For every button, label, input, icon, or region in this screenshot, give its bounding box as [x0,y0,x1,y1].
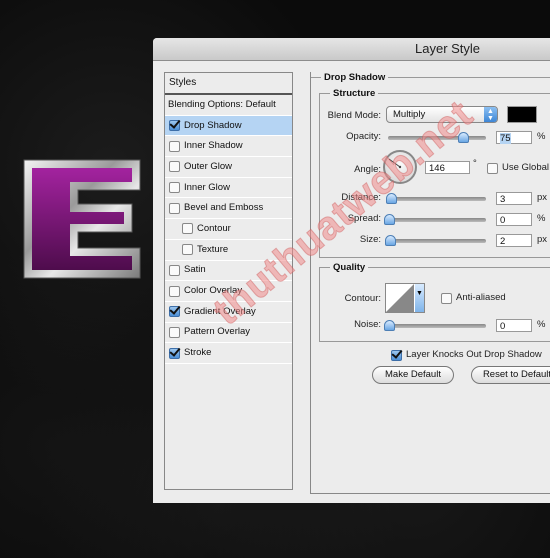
spread-slider-thumb[interactable] [384,214,395,225]
style-checkbox[interactable] [169,120,180,132]
opacity-value: 75 [500,133,511,144]
style-item-label: Bevel and Emboss [184,202,264,214]
angle-dial-needle-icon [388,158,402,169]
contour-curve-icon [386,284,414,312]
style-checkbox[interactable] [169,347,180,359]
style-item-blending-options-default[interactable]: Blending Options: Default [165,95,292,116]
style-item-label: Blending Options: Default [168,98,276,110]
style-item-stroke[interactable]: Stroke [165,343,292,364]
quality-title: Quality [333,262,366,273]
style-checkbox[interactable] [182,244,193,256]
opacity-unit: % [537,131,546,142]
size-input[interactable]: 2 [496,234,532,247]
style-item-label: Texture [197,243,229,255]
style-item-inner-glow[interactable]: Inner Glow [165,178,292,199]
updown-arrows-icon: ▲ ▼ [484,107,497,122]
size-unit: px [537,234,548,245]
style-item-label: Inner Shadow [184,140,243,152]
style-item-texture[interactable]: Texture [165,240,292,261]
shadow-color-swatch[interactable] [507,106,537,123]
style-item-label: Satin [184,264,206,276]
anti-aliased-checkbox[interactable] [441,293,452,304]
style-item-outer-glow[interactable]: Outer Glow [165,157,292,178]
spread-slider[interactable] [384,214,486,225]
style-checkbox[interactable] [169,306,180,318]
style-item-gradient-overlay[interactable]: Gradient Overlay [165,302,292,323]
style-item-label: Contour [197,222,231,234]
style-item-label: Outer Glow [184,160,233,172]
style-checkbox[interactable] [169,161,180,173]
noise-input[interactable]: 0 [496,319,532,332]
style-item-label: Drop Shadow [184,119,242,131]
contour-picker[interactable]: ▼ [385,283,425,313]
style-item-label: Inner Glow [184,181,230,193]
distance-slider-thumb[interactable] [385,193,397,204]
title-bar[interactable]: Layer Style [153,38,550,61]
letter-e-artwork [23,159,141,279]
style-item-inner-shadow[interactable]: Inner Shadow [165,136,292,158]
style-checkbox[interactable] [182,223,193,235]
style-item-contour[interactable]: Contour [165,219,292,240]
style-item-label: Gradient Overlay [184,305,256,317]
style-checkbox[interactable] [169,264,180,276]
style-item-pattern-overlay[interactable]: Pattern Overlay [165,323,292,344]
use-global-checkbox[interactable] [487,163,498,174]
knocks-out-label: Layer Knocks Out Drop Shadow [406,349,542,360]
style-item-drop-shadow[interactable]: Drop Shadow [165,115,292,137]
dialog-title: Layer Style [415,41,481,56]
structure-title: Structure [333,88,376,99]
spread-input[interactable]: 0 [496,213,532,226]
spread-unit: % [537,213,546,224]
size-slider[interactable] [384,235,486,246]
contour-dropdown-arrow-icon[interactable]: ▼ [415,284,424,312]
styles-header[interactable]: Styles [165,73,292,95]
reset-to-default-button[interactable]: Reset to Default [471,366,550,384]
distance-input[interactable]: 3 [496,192,532,205]
angle-label: Angle: [354,164,381,175]
make-default-button[interactable]: Make Default [372,366,454,384]
angle-unit: ° [473,158,477,169]
style-checkbox[interactable] [169,182,180,194]
blend-mode-label: Blend Mode: [327,110,381,121]
layer-style-dialog: Layer Style Styles Blending Options: Def… [153,38,550,503]
style-checkbox[interactable] [169,140,180,152]
noise-slider[interactable] [384,320,486,331]
blend-mode-value: Multiply [393,109,426,120]
blend-mode-select[interactable]: Multiply ▲ ▼ [386,106,498,123]
knocks-out-checkbox[interactable] [391,350,402,361]
distance-label: Distance: [341,192,381,203]
drop-shadow-panel: Drop Shadow Structure Blend Mode: Multip… [310,72,550,494]
noise-slider-thumb[interactable] [384,320,395,331]
style-checkbox[interactable] [169,285,180,297]
style-item-bevel-and-emboss[interactable]: Bevel and Emboss [165,198,292,220]
drop-shadow-title: Drop Shadow [324,72,386,83]
style-item-label: Stroke [184,347,212,359]
size-slider-thumb[interactable] [384,235,396,246]
anti-aliased-label: Anti-aliased [456,292,506,303]
opacity-label: Opacity: [346,131,381,142]
use-global-label: Use Global [502,162,549,173]
contour-label: Contour: [344,293,381,304]
opacity-slider[interactable] [388,132,486,143]
size-label: Size: [359,234,381,245]
angle-input[interactable]: 146 [425,161,470,174]
style-checkbox[interactable] [169,202,180,214]
style-item-label: Pattern Overlay [184,326,250,338]
spread-label: Spread: [347,213,381,224]
style-item-color-overlay[interactable]: Color Overlay [165,281,292,302]
opacity-input[interactable]: 75 [496,131,532,144]
noise-unit: % [537,319,546,330]
style-item-label: Color Overlay [184,285,243,297]
angle-dial[interactable] [383,150,417,184]
noise-label: Noise: [354,319,381,330]
opacity-slider-thumb[interactable] [457,132,469,143]
styles-list: Styles Blending Options: Default Drop Sha… [164,72,293,490]
style-item-satin[interactable]: Satin [165,261,292,282]
style-checkbox[interactable] [169,326,180,338]
distance-unit: px [537,192,548,203]
distance-slider[interactable] [385,193,486,204]
